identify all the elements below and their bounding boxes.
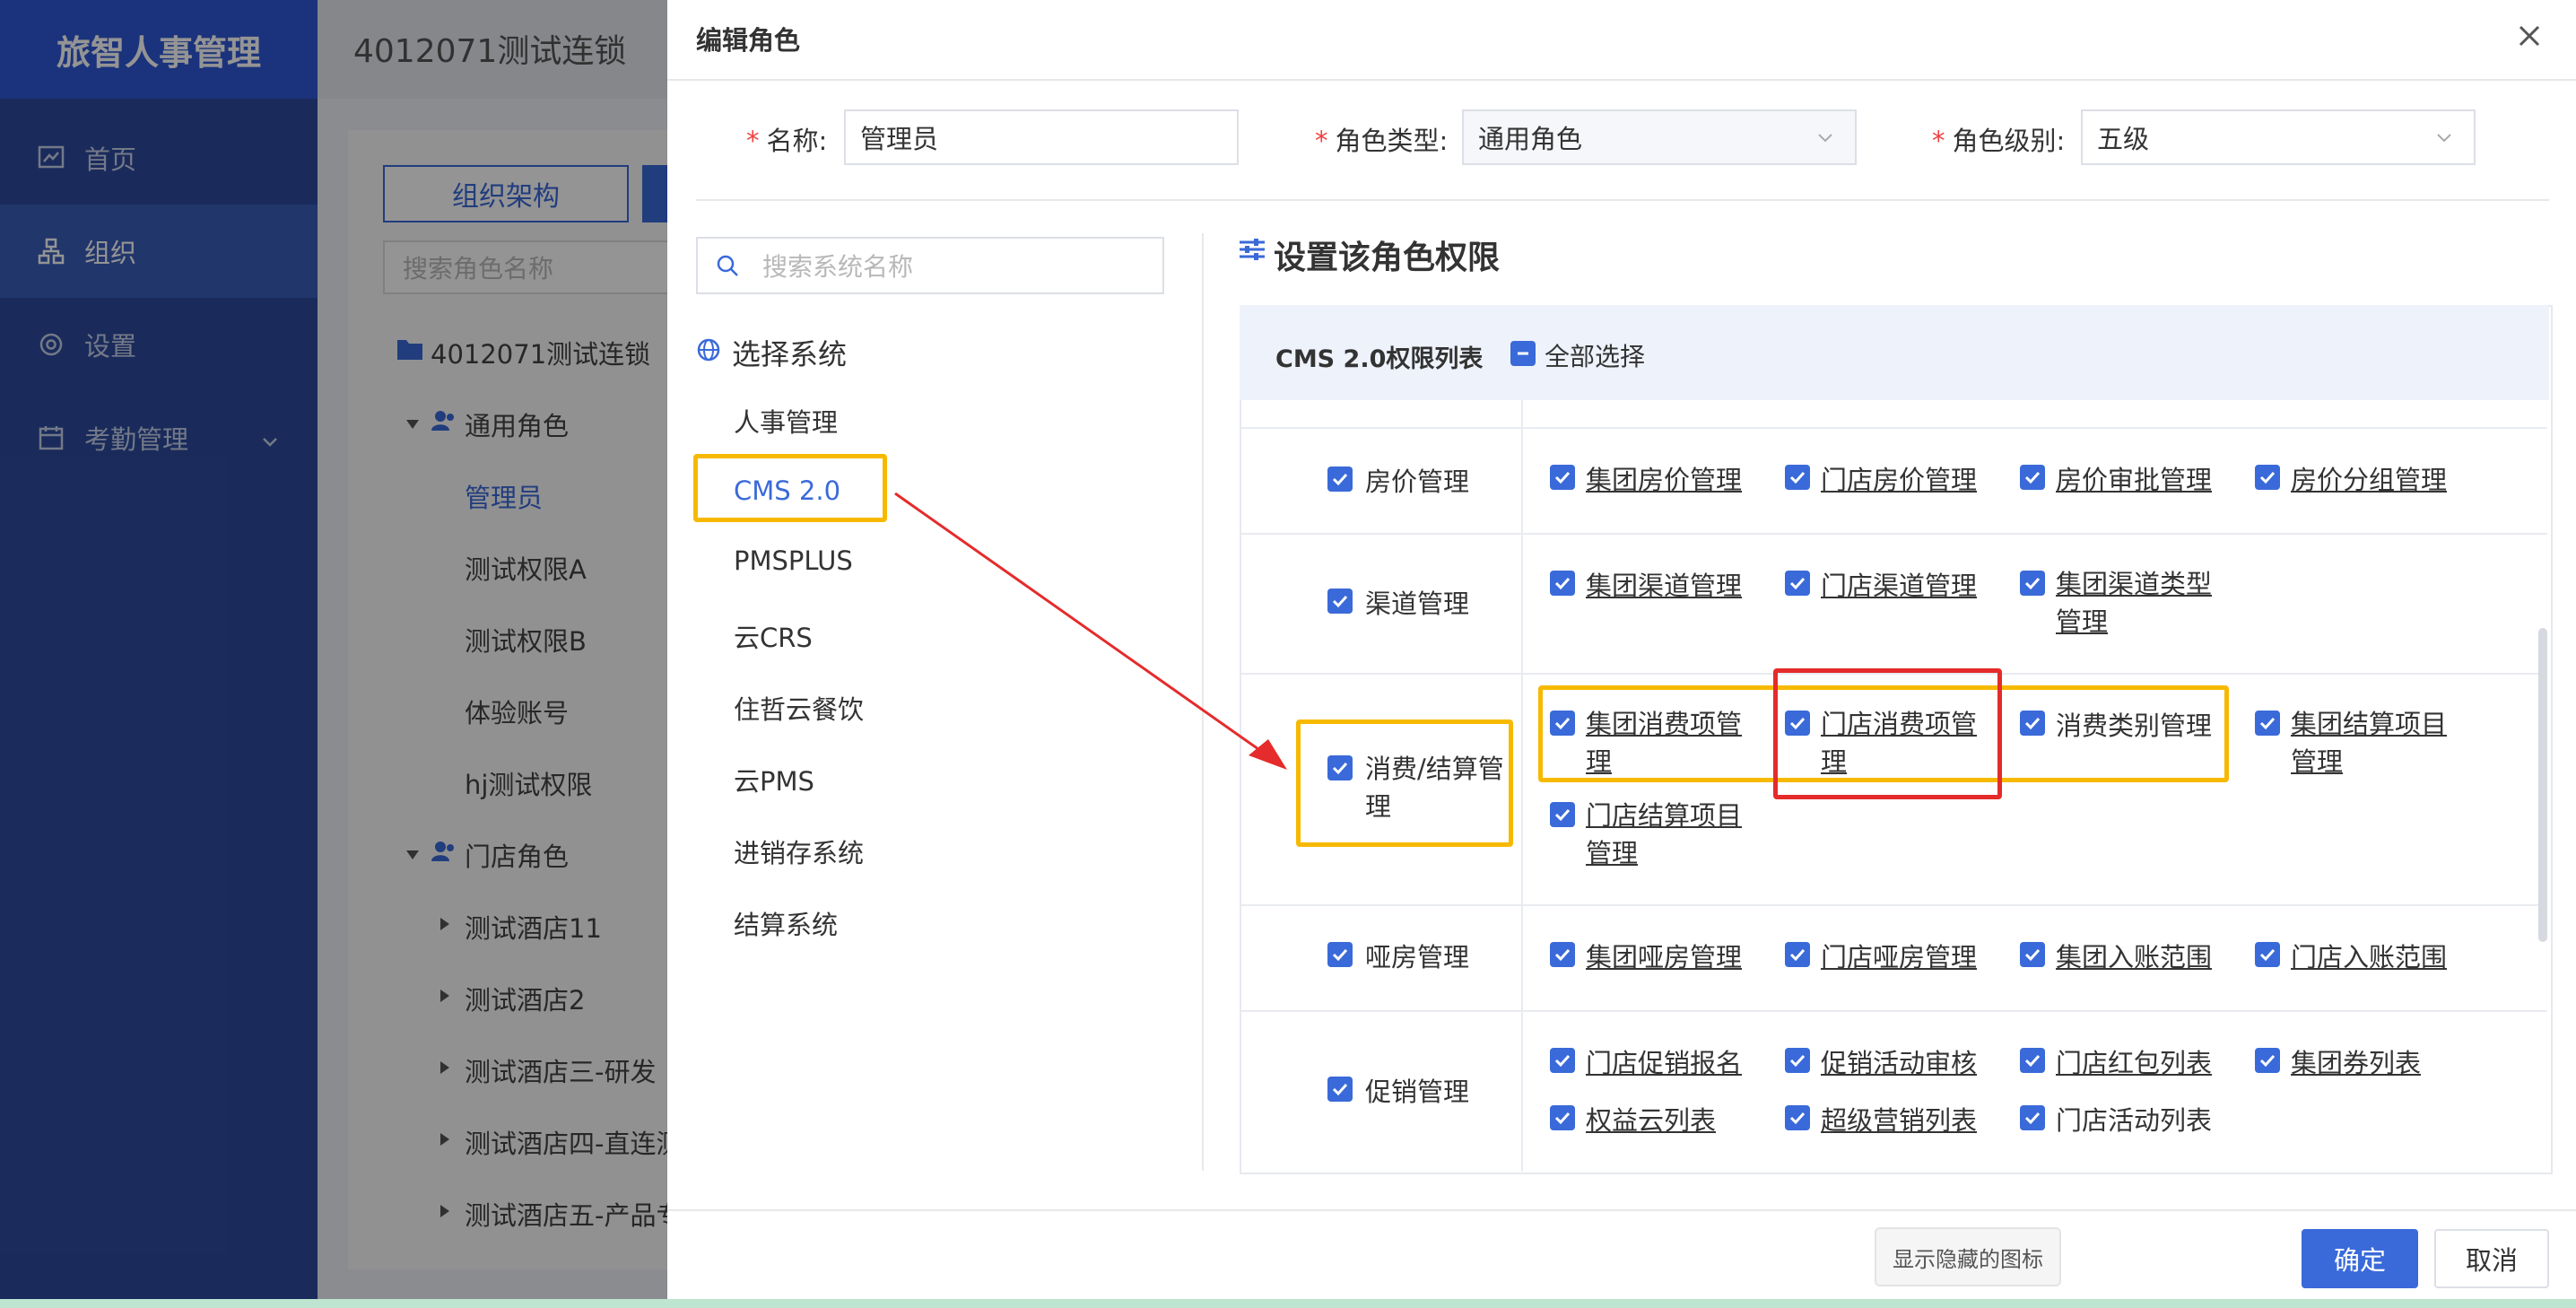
column-divider <box>1521 400 1523 1172</box>
category-label: 房价管理 <box>1365 467 1470 497</box>
chevron-down-icon <box>2437 134 2451 143</box>
permission-link[interactable]: 集团券列表 <box>2291 1042 2421 1080</box>
permission-link[interactable]: 门店促销报名 <box>1586 1042 1742 1080</box>
permission-checkbox[interactable] <box>2020 571 2045 596</box>
system-item[interactable]: PMSPLUS <box>734 545 853 576</box>
permission-link[interactable]: 门店红包列表 <box>2056 1042 2212 1080</box>
highlight-box-red <box>1773 668 2002 799</box>
permission-link[interactable]: 门店哑房管理 <box>1821 937 1977 974</box>
system-heading: 选择系统 <box>732 337 848 371</box>
system-item[interactable]: 结算系统 <box>734 904 838 942</box>
chevron-down-icon <box>1818 134 1832 143</box>
permission-checkbox[interactable] <box>1785 1105 1810 1130</box>
permission-link[interactable]: 集团哑房管理 <box>1586 937 1742 974</box>
row-divider <box>1241 427 2547 429</box>
permission-link[interactable]: 集团渠道类型管理 <box>2056 565 2221 641</box>
system-item[interactable]: 进销存系统 <box>734 833 864 870</box>
scrollbar[interactable] <box>2538 628 2547 942</box>
bottom-strip <box>0 1299 2576 1308</box>
permission-link[interactable]: 门店房价管理 <box>1821 459 1977 497</box>
globe-icon <box>696 337 721 366</box>
dialog-title: 编辑角色 <box>696 25 801 56</box>
system-item[interactable]: 人事管理 <box>734 402 838 440</box>
system-item[interactable]: 住哲云餐饮 <box>734 689 864 727</box>
permission-link[interactable]: 门店渠道管理 <box>1821 565 1977 603</box>
permission-checkbox[interactable] <box>1550 571 1575 596</box>
permission-checkbox[interactable] <box>2020 1105 2045 1130</box>
permission-table-title: CMS 2.0权限列表 <box>1275 345 1484 373</box>
permission-link[interactable]: 权益云列表 <box>1586 1100 1716 1138</box>
divider <box>696 199 2549 201</box>
permission-checkbox[interactable] <box>1785 942 1810 967</box>
system-search-placeholder: 搜索系统名称 <box>762 252 914 282</box>
system-item[interactable]: 云CRS <box>734 617 813 655</box>
permission-checkbox[interactable] <box>2020 942 2045 967</box>
permission-link[interactable]: 促销活动审核 <box>1821 1042 1977 1080</box>
role-type-select[interactable]: 通用角色 <box>1462 109 1857 165</box>
close-icon[interactable] <box>2511 18 2547 54</box>
name-input[interactable]: 管理员 <box>844 109 1239 165</box>
system-search-input[interactable]: 搜索系统名称 <box>696 237 1164 294</box>
category-checkbox[interactable] <box>1327 589 1353 614</box>
category-checkbox[interactable] <box>1327 1077 1353 1102</box>
permission-checkbox[interactable] <box>1550 1105 1575 1130</box>
confirm-button[interactable]: 确定 <box>2302 1229 2418 1288</box>
footer-divider <box>667 1209 2576 1211</box>
category-checkbox[interactable] <box>1327 942 1353 967</box>
permission-checkbox[interactable] <box>2020 1048 2045 1073</box>
permission-checkbox[interactable] <box>1550 465 1575 490</box>
divider <box>667 79 2576 81</box>
annotation-arrow <box>894 492 1287 770</box>
role-level-value: 五级 <box>2097 124 2150 154</box>
permission-link[interactable]: 门店结算项目管理 <box>1586 797 1751 872</box>
permission-checkbox[interactable] <box>1550 802 1575 827</box>
row-divider <box>1241 533 2547 535</box>
highlight-box <box>1296 719 1513 847</box>
system-item[interactable]: 云PMS <box>734 761 814 798</box>
sliders-icon <box>1238 235 1266 267</box>
permission-checkbox[interactable] <box>2255 711 2280 736</box>
permission-checkbox[interactable] <box>1550 1048 1575 1073</box>
select-all-checkbox[interactable] <box>1510 341 1536 366</box>
category-label: 渠道管理 <box>1365 589 1470 619</box>
permission-checkbox[interactable] <box>1785 571 1810 596</box>
highlight-box <box>693 454 887 522</box>
permission-checkbox[interactable] <box>1550 942 1575 967</box>
permission-link[interactable]: 集团结算项目管理 <box>2291 705 2456 780</box>
permission-checkbox[interactable] <box>2255 465 2280 490</box>
category-label: 促销管理 <box>1365 1077 1470 1107</box>
role-level-select[interactable]: 五级 <box>2081 109 2476 165</box>
permission-link[interactable]: 房价审批管理 <box>2056 459 2212 497</box>
name-label: * 名称: <box>746 126 828 156</box>
permission-link[interactable]: 集团房价管理 <box>1586 459 1742 497</box>
permission-link[interactable]: 门店入账范围 <box>2291 937 2447 974</box>
permission-link[interactable]: 集团渠道管理 <box>1586 565 1742 603</box>
permission-link[interactable]: 集团入账范围 <box>2056 937 2212 974</box>
permission-link[interactable]: 房价分组管理 <box>2291 459 2447 497</box>
role-type-label: * 角色类型: <box>1315 126 1449 156</box>
permission-title: 设置该角色权限 <box>1274 240 1501 276</box>
permission-link[interactable]: 门店活动列表 <box>2056 1100 2212 1138</box>
row-divider <box>1241 904 2547 906</box>
select-all-label: 全部选择 <box>1545 342 1646 371</box>
search-icon <box>716 254 739 277</box>
category-label: 哑房管理 <box>1365 942 1470 972</box>
permission-link[interactable]: 超级营销列表 <box>1821 1100 1977 1138</box>
role-level-label: * 角色级别: <box>1932 126 2066 156</box>
category-checkbox[interactable] <box>1327 467 1353 492</box>
role-type-value: 通用角色 <box>1478 124 1583 154</box>
modal-overlay <box>0 0 667 1308</box>
permission-checkbox[interactable] <box>1785 465 1810 490</box>
permission-checkbox[interactable] <box>1785 1048 1810 1073</box>
permission-checkbox[interactable] <box>2255 1048 2280 1073</box>
row-divider <box>1241 1010 2547 1012</box>
permission-checkbox[interactable] <box>2255 942 2280 967</box>
permission-checkbox[interactable] <box>2020 465 2045 490</box>
tooltip: 显示隐藏的图标 <box>1875 1227 2061 1286</box>
cancel-button[interactable]: 取消 <box>2434 1229 2549 1288</box>
